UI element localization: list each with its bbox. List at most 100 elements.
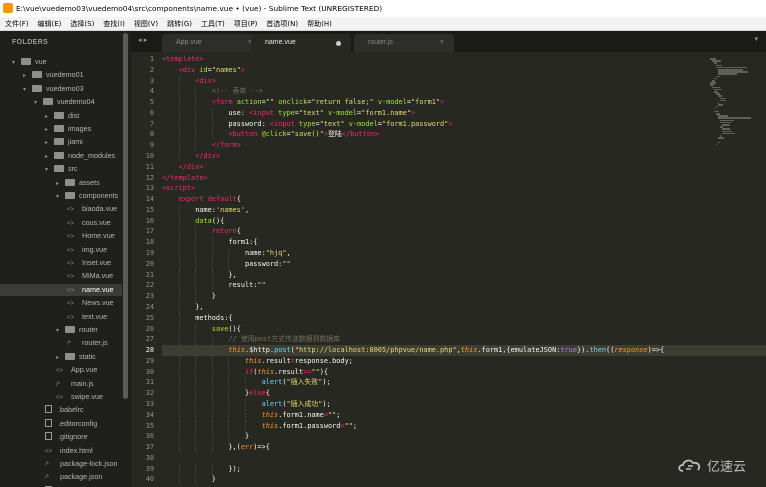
code-line[interactable]: alert("插入成功"); xyxy=(162,399,331,410)
collapsed-arrow-icon[interactable]: ▸ xyxy=(45,137,54,149)
sidebar-scrollbar[interactable] xyxy=(123,33,128,399)
folder-item[interactable]: ▾ vuedemo03 xyxy=(23,83,84,95)
code-line[interactable]: <div> xyxy=(162,76,216,87)
file-item[interactable]: .gitignore xyxy=(45,431,88,443)
expanded-arrow-icon[interactable]: ▾ xyxy=(34,97,43,109)
code-line[interactable]: } xyxy=(162,474,216,485)
code-line[interactable]: result:"" xyxy=(162,280,265,291)
code-line[interactable]: </div> xyxy=(162,162,204,173)
code-line[interactable]: <!-- 表单 --> xyxy=(162,86,263,97)
folder-item[interactable]: ▾ components xyxy=(56,190,118,202)
code-line[interactable]: if(this.result==""){ xyxy=(162,367,328,378)
folder-item[interactable]: ▾ src xyxy=(45,163,78,175)
code-line[interactable]: </div> xyxy=(162,151,220,162)
collapsed-arrow-icon[interactable]: ▸ xyxy=(23,70,32,82)
menu-item[interactable]: 编辑(E) xyxy=(33,17,66,31)
unsaved-dot-icon[interactable] xyxy=(336,41,341,46)
menu-item[interactable]: 工具(T) xyxy=(196,17,229,31)
tab-router-js[interactable]: router.js × xyxy=(354,34,454,52)
file-item[interactable]: <> Inset.vue xyxy=(67,257,111,269)
file-item[interactable]: <> Home.vue xyxy=(67,230,115,242)
file-item[interactable]: /* main.js xyxy=(56,378,94,390)
tab-overflow-icon[interactable]: ▾ xyxy=(754,35,758,43)
code-line[interactable]: <script> xyxy=(162,183,195,194)
expanded-arrow-icon[interactable]: ▾ xyxy=(23,84,32,96)
collapsed-arrow-icon[interactable]: ▸ xyxy=(56,178,65,190)
expanded-arrow-icon[interactable]: ▾ xyxy=(12,57,21,69)
code-area[interactable]: <template> <div id="names"> <div> <!-- 表… xyxy=(162,52,766,487)
file-item[interactable]: <> News.vue xyxy=(67,297,114,309)
code-line[interactable]: <template> xyxy=(162,54,204,65)
menu-item[interactable]: 查找(I) xyxy=(98,17,129,31)
code-line[interactable]: <div id="names"> xyxy=(162,65,245,76)
collapsed-arrow-icon[interactable]: ▸ xyxy=(45,151,54,163)
file-item[interactable]: <> text.vue xyxy=(67,311,107,323)
collapsed-arrow-icon[interactable]: ▸ xyxy=(45,124,54,136)
code-line[interactable]: return{ xyxy=(162,226,241,237)
folder-item[interactable]: ▸ images xyxy=(45,123,91,135)
tab-name-vue[interactable]: name.vue xyxy=(251,34,351,52)
file-item[interactable]: <> cous.vue xyxy=(67,217,111,229)
collapsed-arrow-icon[interactable]: ▸ xyxy=(56,352,65,364)
expanded-arrow-icon[interactable]: ▾ xyxy=(56,325,65,337)
file-item[interactable]: .editorconfig xyxy=(45,418,97,430)
close-icon[interactable]: × xyxy=(440,34,444,52)
file-item[interactable]: /* package.json xyxy=(45,471,102,483)
file-item[interactable]: /* package-lock.json xyxy=(45,458,118,470)
folder-item[interactable]: ▾ router xyxy=(56,324,98,336)
code-line[interactable]: } xyxy=(162,291,216,302)
code-line[interactable]: // 使用post方式传送数据到数据库 xyxy=(162,334,340,345)
code-line[interactable]: data(){ xyxy=(162,216,224,227)
code-line[interactable]: password:"" xyxy=(162,259,291,270)
menu-item[interactable]: 首选项(N) xyxy=(261,17,302,31)
menu-item[interactable]: 文件(F) xyxy=(0,17,33,31)
menu-item[interactable]: 跳转(G) xyxy=(162,17,196,31)
collapsed-arrow-icon[interactable]: ▸ xyxy=(45,111,54,123)
folder-item[interactable]: ▸ dist xyxy=(45,110,79,122)
code-line[interactable]: export default{ xyxy=(162,194,241,205)
code-line[interactable]: this.$http.post("http://localhost:8005/p… xyxy=(162,345,766,356)
code-line[interactable]: use: <input type="text" v-model="form1.n… xyxy=(162,108,415,119)
menu-item[interactable]: 选择(S) xyxy=(65,17,98,31)
code-editor[interactable]: 1 2 3 4 5 6 7 8 9 10 11 12 13 14 15 16 17 18 19 20 21 22 23 24 2… xyxy=(131,52,766,487)
folder-item[interactable]: ▾ vue xyxy=(12,56,47,68)
file-item[interactable]: .babelrc xyxy=(45,404,84,416)
code-line[interactable]: name:"hjq", xyxy=(162,248,291,259)
code-line[interactable]: }, xyxy=(162,302,203,313)
code-line[interactable]: this.result=response.body; xyxy=(162,356,353,367)
code-line[interactable]: </form> xyxy=(162,140,241,151)
code-line[interactable]: } xyxy=(162,431,249,442)
code-line[interactable]: <form action="" onclick="return false;" … xyxy=(162,97,444,108)
file-item[interactable]: /* router.js xyxy=(67,337,108,349)
file-item[interactable]: <> name.vue xyxy=(0,283,122,296)
folder-item[interactable]: ▸ static xyxy=(56,351,96,363)
code-line[interactable]: this.form1.name=""; xyxy=(162,410,341,421)
code-line[interactable]: name:'names', xyxy=(162,205,249,216)
file-item[interactable]: <> biaoda.vue xyxy=(67,203,117,215)
expanded-arrow-icon[interactable]: ▾ xyxy=(56,191,65,203)
file-item[interactable]: <> App.vue xyxy=(56,364,97,376)
file-item[interactable]: <> index.html xyxy=(45,445,93,457)
tab-app-vue[interactable]: App.vue × xyxy=(162,34,262,52)
code-line[interactable]: save(){ xyxy=(162,324,241,335)
folder-item[interactable]: ▸ node_modules xyxy=(45,150,115,162)
code-line[interactable]: password: <input type="text" v-model="fo… xyxy=(162,119,452,130)
file-item[interactable]: <> MiMa.vue xyxy=(67,270,113,282)
folder-item[interactable]: ▾ vuedemo04 xyxy=(34,96,95,108)
file-item[interactable]: <> img.vue xyxy=(67,244,107,256)
code-line[interactable]: }, xyxy=(162,270,236,281)
folder-item[interactable]: ▸ vuedemo01 xyxy=(23,69,84,81)
menu-item[interactable]: 帮助(H) xyxy=(302,17,336,31)
code-line[interactable]: this.form1.password=""; xyxy=(162,421,357,432)
folder-item[interactable]: ▸ jiami xyxy=(45,136,83,148)
code-line[interactable]: alert("插入失败"); xyxy=(162,377,331,388)
tab-nav-arrows[interactable]: ◂ ▸ xyxy=(138,36,147,44)
folder-item[interactable]: ▸ assets xyxy=(56,177,100,189)
expanded-arrow-icon[interactable]: ▾ xyxy=(45,164,54,176)
code-line[interactable]: </template> xyxy=(162,173,208,184)
code-line[interactable]: }); xyxy=(162,464,240,475)
code-line[interactable]: form1:{ xyxy=(162,237,257,248)
menu-item[interactable]: 项目(P) xyxy=(229,17,262,31)
menu-item[interactable]: 视图(V) xyxy=(129,17,162,31)
file-item[interactable]: <> swipe.vue xyxy=(56,391,103,403)
